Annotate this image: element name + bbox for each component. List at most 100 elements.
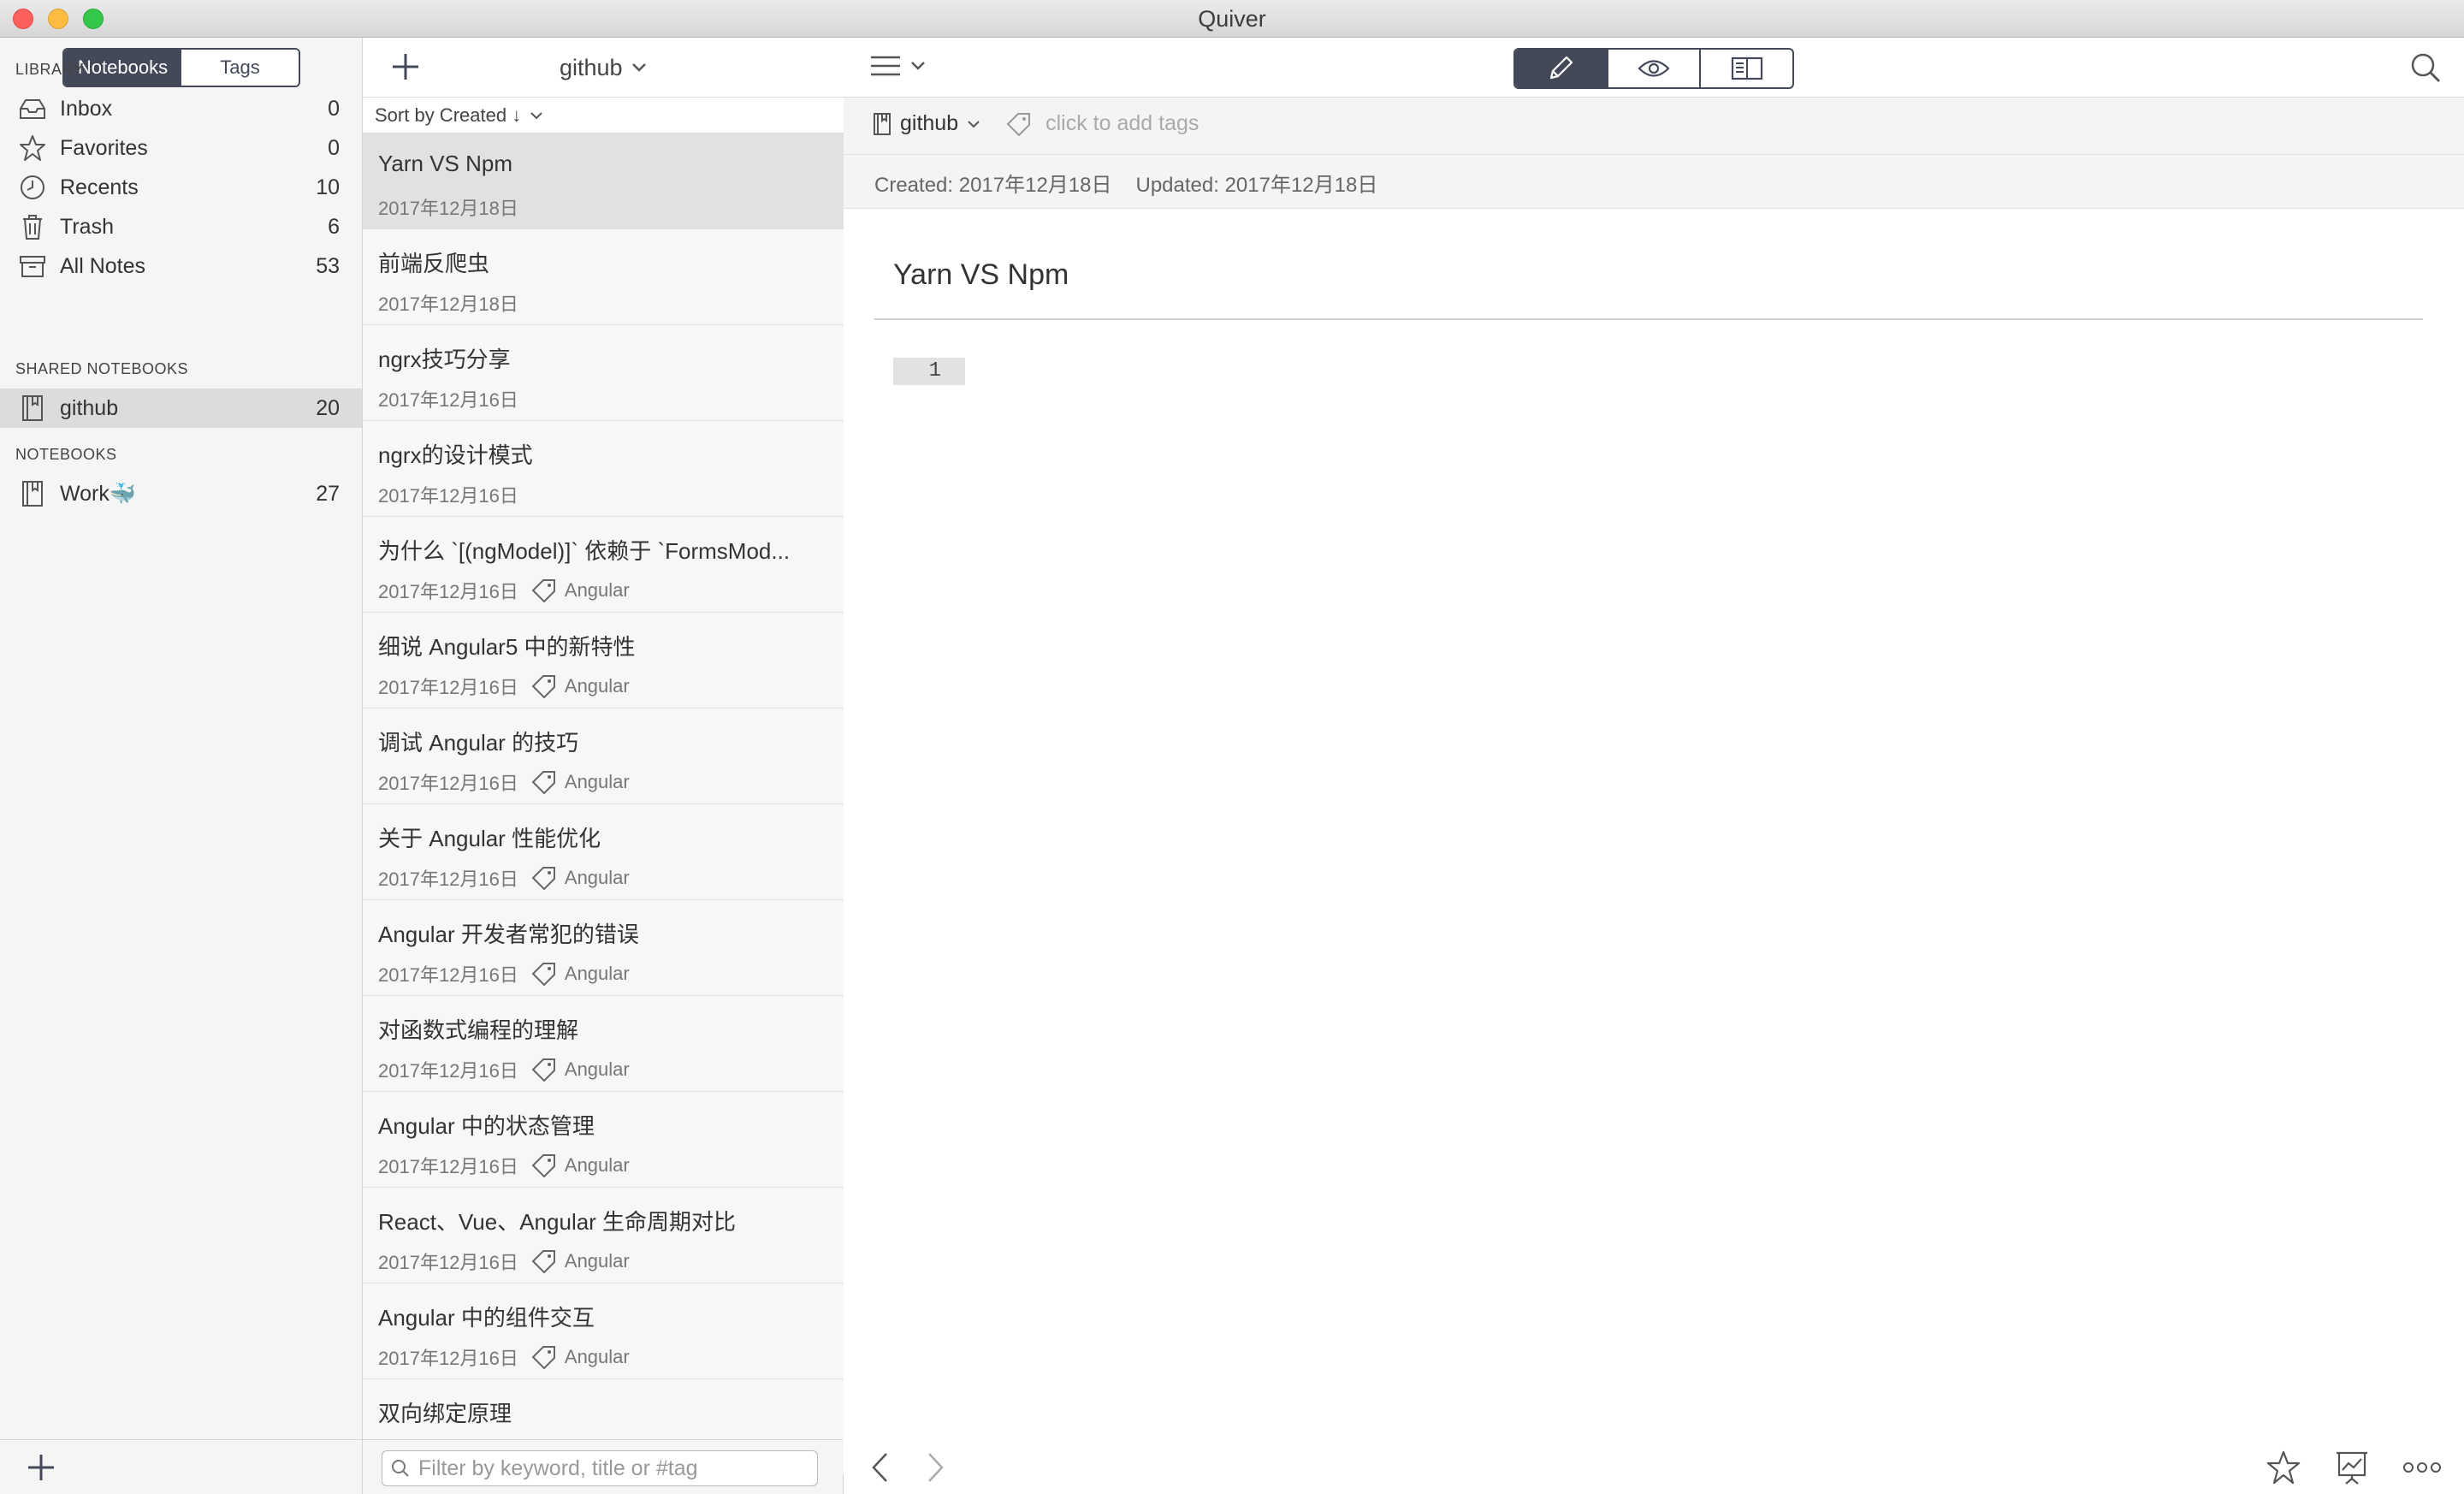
split-mode-button[interactable] xyxy=(1701,50,1792,87)
note-date: 2017年12月16日 xyxy=(378,581,518,602)
note-title: Angular 中的组件交互 xyxy=(378,1305,595,1331)
note-list-item[interactable]: Angular 中的状态管理 2017年12月16日 Angular xyxy=(363,1092,844,1188)
split-view-icon xyxy=(1731,56,1762,80)
tag-icon xyxy=(530,1345,558,1369)
note-list-item[interactable]: React、Vue、Angular 生命周期对比 2017年12月16日 Ang… xyxy=(363,1188,844,1284)
note-tag: Angular xyxy=(564,867,630,888)
note-title: 关于 Angular 性能优化 xyxy=(378,826,601,851)
notebook-icon xyxy=(873,112,891,136)
sidebar-item-label: Work🐳 xyxy=(60,481,137,506)
search-button[interactable] xyxy=(2409,51,2442,84)
editor-panel: github click to add tags Created: 2017年1… xyxy=(844,38,2464,1494)
note-tag: Angular xyxy=(564,579,630,601)
sidebar-item-count: 27 xyxy=(316,481,340,506)
note-list-item[interactable]: ngrx的设计模式 2017年12月16日 xyxy=(363,421,844,517)
note-tag: Angular xyxy=(564,1346,630,1367)
note-title-field[interactable]: Yarn VS Npm xyxy=(893,258,1069,292)
note-list-item[interactable]: Angular 中的组件交互 2017年12月16日 Angular xyxy=(363,1284,844,1379)
note-title: 双向绑定原理 xyxy=(378,1401,512,1426)
notebook-icon xyxy=(17,478,48,509)
view-mode-control xyxy=(1513,48,1794,89)
preview-mode-button[interactable] xyxy=(1608,50,1702,87)
sidebar-item-inbox[interactable]: Inbox 0 xyxy=(0,89,362,128)
editor-toolbar xyxy=(844,38,2464,98)
created-date: Created: 2017年12月18日 xyxy=(874,174,1112,197)
sidebar-item-label: All Notes xyxy=(60,253,146,278)
inbox-icon xyxy=(17,93,48,124)
note-list-item[interactable]: 对函数式编程的理解 2017年12月16日 Angular xyxy=(363,996,844,1092)
eye-icon xyxy=(1638,60,1670,77)
note-date: 2017年12月16日 xyxy=(378,1348,518,1369)
note-date: 2017年12月16日 xyxy=(378,1060,518,1082)
sidebar-item-label: Inbox xyxy=(60,96,113,121)
note-title: ngrx技巧分享 xyxy=(378,347,511,372)
note-title: 细说 Angular5 中的新特性 xyxy=(378,634,636,660)
note-date: 2017年12月16日 xyxy=(378,389,518,411)
sidebar-item-favorites[interactable]: Favorites 0 xyxy=(0,128,362,168)
sidebar-item-all-notes[interactable]: All Notes 53 xyxy=(0,246,362,286)
note-title: 调试 Angular 的技巧 xyxy=(378,730,579,756)
note-date: 2017年12月16日 xyxy=(378,1156,518,1177)
star-icon xyxy=(2266,1450,2301,1485)
forward-button[interactable] xyxy=(926,1451,946,1484)
editor-footer xyxy=(844,1439,2464,1494)
shared-notebooks-section-title: SHARED NOTEBOOKS xyxy=(15,360,189,377)
tab-tags[interactable]: Tags xyxy=(181,50,299,86)
note-list-item[interactable]: Angular 开发者常犯的错误 2017年12月16日 Angular xyxy=(363,900,844,996)
note-menu-button[interactable] xyxy=(869,53,926,79)
note-list-item[interactable]: 前端反爬虫 2017年12月18日 xyxy=(363,229,844,325)
note-meta-panel: github click to add tags Created: 2017年1… xyxy=(844,98,2464,209)
clock-icon xyxy=(17,172,48,203)
add-notebook-button[interactable] xyxy=(26,1452,56,1483)
search-icon xyxy=(392,1460,409,1477)
sidebar-item-count: 0 xyxy=(328,96,340,121)
note-list-item[interactable]: 为什么 `[(ngModel)]` 依赖于 `FormsMod... 2017年… xyxy=(363,517,844,613)
add-tags-field[interactable]: click to add tags xyxy=(1045,111,1199,136)
note-title: 为什么 `[(ngModel)]` 依赖于 `FormsMod... xyxy=(378,538,791,564)
sidebar-item-github[interactable]: github 20 xyxy=(0,388,362,428)
sidebar-item-label: Trash xyxy=(60,214,114,239)
favorite-button[interactable] xyxy=(2266,1450,2301,1485)
back-button[interactable] xyxy=(869,1451,890,1484)
title-divider xyxy=(874,318,2423,320)
sidebar-segmented-control: Notebooks Tags xyxy=(62,48,300,87)
sidebar-item-count: 20 xyxy=(316,395,340,420)
note-list-item[interactable]: ngrx技巧分享 2017年12月16日 xyxy=(363,325,844,421)
presentation-button[interactable] xyxy=(2334,1450,2370,1485)
sidebar-item-work[interactable]: Work🐳 27 xyxy=(0,474,362,513)
search-icon xyxy=(2411,53,2440,82)
notebook-icon xyxy=(17,393,48,424)
note-tag: Angular xyxy=(564,963,630,984)
window-title: Quiver xyxy=(1198,6,1266,32)
note-list-item[interactable]: 关于 Angular 性能优化 2017年12月16日 Angular xyxy=(363,804,844,900)
ellipsis-icon xyxy=(2403,1462,2441,1473)
new-note-button[interactable] xyxy=(388,50,423,84)
sidebar-item-count: 6 xyxy=(328,214,340,239)
filter-input[interactable] xyxy=(418,1455,795,1481)
archive-icon xyxy=(17,251,48,282)
cell-number[interactable]: 1 xyxy=(893,358,965,385)
note-title: 前端反爬虫 xyxy=(378,251,490,276)
sidebar-item-label: Favorites xyxy=(60,135,148,160)
notebook-selector[interactable]: github xyxy=(560,38,647,98)
note-list-item[interactable]: 细说 Angular5 中的新特性 2017年12月16日 Angular xyxy=(363,613,844,708)
note-list-item[interactable]: 调试 Angular 的技巧 2017年12月16日 Angular xyxy=(363,708,844,804)
note-date: 2017年12月16日 xyxy=(378,869,518,890)
tag-icon xyxy=(530,578,558,602)
sidebar-item-label: Recents xyxy=(60,175,139,199)
more-options-button[interactable] xyxy=(2402,1461,2442,1473)
sidebar-item-trash[interactable]: Trash 6 xyxy=(0,207,362,246)
plus-icon xyxy=(393,54,418,80)
chevron-down-icon xyxy=(530,111,542,119)
note-list-item[interactable]: Yarn VS Npm 2017年12月18日 xyxy=(363,133,844,229)
note-notebook-selector[interactable]: github xyxy=(900,111,958,136)
edit-mode-button[interactable] xyxy=(1515,50,1608,87)
note-date: 2017年12月16日 xyxy=(378,485,518,507)
sort-selector[interactable]: Sort by Created ↓ xyxy=(363,98,844,133)
sidebar-footer xyxy=(0,1439,362,1494)
chevron-right-icon xyxy=(928,1453,944,1482)
sidebar-item-recents[interactable]: Recents 10 xyxy=(0,168,362,207)
sidebar-item-count: 10 xyxy=(316,175,340,199)
note-date: 2017年12月16日 xyxy=(378,1252,518,1273)
chevron-down-icon xyxy=(968,120,980,127)
